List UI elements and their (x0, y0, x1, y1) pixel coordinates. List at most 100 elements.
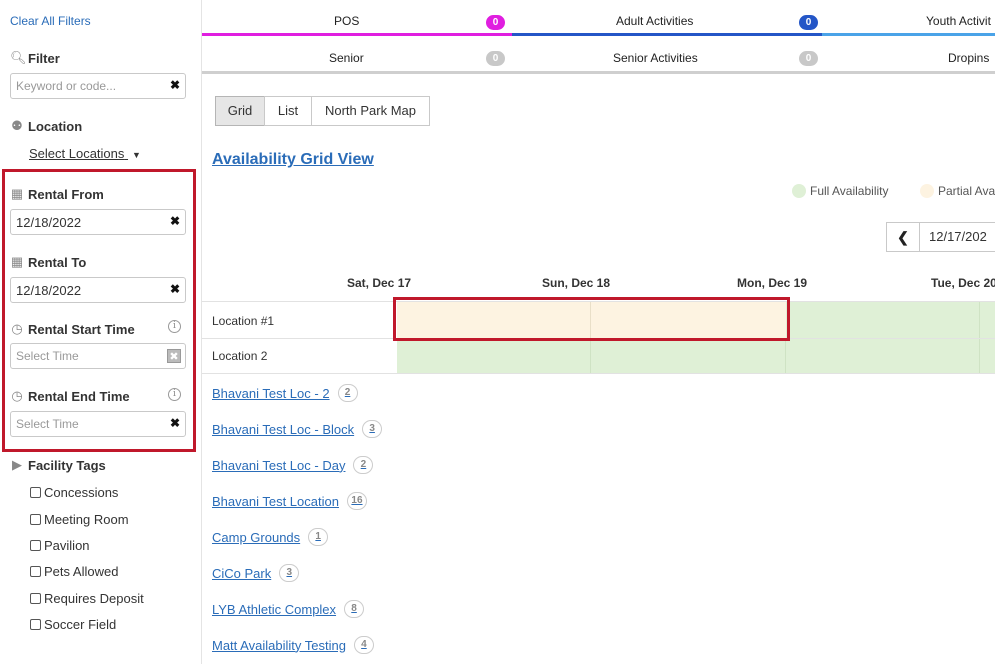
grid-cell-full[interactable] (591, 339, 786, 373)
tab-underline (512, 33, 822, 36)
clear-all-filters-link[interactable]: Clear All Filters (10, 14, 91, 28)
tab-label: Adult Activities (616, 14, 694, 28)
checkbox[interactable] (30, 540, 41, 551)
grid-date-value: 12/17/202 (929, 229, 987, 244)
select-locations-dropdown[interactable]: Select Locations ▼ (29, 146, 141, 161)
clear-rental-from-icon[interactable]: ✖ (170, 214, 180, 228)
location-count-badge: 16 (346, 492, 367, 510)
tab-pos[interactable]: POS 0 (202, 0, 512, 36)
tag-checkbox-soccer-field[interactable]: Soccer Field (30, 617, 116, 632)
category-tabs-row-1: POS 0 Adult Activities 0 Youth Activit (202, 0, 995, 36)
grid-cell-full[interactable] (980, 302, 995, 338)
location-name: LYB Athletic Complex (212, 601, 337, 617)
location-count-badge: 4 (353, 636, 374, 654)
end-time-input[interactable]: Select Time ✖ (10, 411, 186, 437)
tag-label: Meeting Room (44, 512, 129, 527)
map-pin-icon: ⚉ (11, 118, 23, 133)
day-header: Mon, Dec 19 (737, 276, 808, 290)
location-link[interactable]: LYB Athletic Complex 8 (212, 600, 365, 618)
location-link[interactable]: Bhavani Test Location 16 (212, 492, 367, 510)
location-link[interactable]: Bhavani Test Loc - Block 3 (212, 420, 383, 438)
rental-to-value: 12/18/2022 (16, 283, 82, 298)
tab-underline (202, 33, 512, 36)
grid-cell-full[interactable] (397, 339, 591, 373)
tab-adult-activities[interactable]: Adult Activities 0 (512, 0, 822, 36)
start-time-input[interactable]: Select Time ✖ (10, 343, 186, 369)
view-grid-button[interactable]: Grid (215, 96, 265, 126)
facility-tags-title: Facility Tags (28, 457, 106, 473)
filter-sidebar: Clear All Filters 🔍︎ Filter Keyword or c… (0, 0, 202, 664)
grid-cell-full[interactable] (980, 339, 995, 373)
start-time-placeholder: Select Time (16, 349, 79, 363)
keyword-placeholder: Keyword or code... (16, 79, 117, 93)
checkbox[interactable] (30, 487, 41, 498)
tab-label: POS (334, 14, 360, 28)
clear-end-time-icon[interactable]: ✖ (170, 416, 180, 430)
availability-grid-title[interactable]: Availability Grid View (212, 151, 374, 169)
location-link[interactable]: Bhavani Test Loc - 2 2 (212, 384, 358, 402)
location-count-badge: 2 (337, 384, 358, 402)
tab-count-badge: 0 (486, 15, 505, 30)
location-link[interactable]: CiCo Park 3 (212, 564, 300, 582)
rental-to-heading: ▦ Rental To (10, 254, 86, 270)
location-count-badge: 3 (362, 420, 383, 438)
view-map-button[interactable]: North Park Map (311, 96, 430, 126)
location-name: Camp Grounds (212, 529, 301, 545)
tag-label: Requires Deposit (44, 591, 144, 606)
clear-start-time-icon[interactable]: ✖ (167, 349, 181, 363)
tag-label: Concessions (44, 485, 119, 500)
tab-label: Youth Activit (926, 14, 991, 28)
location-heading: ⚉ Location (10, 118, 82, 134)
tab-senior-activities[interactable]: Senior Activities 0 (512, 38, 822, 74)
legend-full-label: Full Availability (810, 184, 889, 198)
location-title: Location (28, 118, 83, 134)
tab-label: Dropins (948, 51, 990, 65)
tab-label: Senior Activities (613, 51, 698, 65)
location-link[interactable]: Camp Grounds 1 (212, 528, 329, 546)
grid-cell-full[interactable] (786, 339, 980, 373)
location-count-badge: 2 (353, 456, 374, 474)
keyword-input[interactable]: Keyword or code... ✖ (10, 73, 186, 99)
checkbox[interactable] (30, 514, 41, 525)
clock-icon: ◷ (11, 388, 23, 403)
tag-checkbox-meeting-room[interactable]: Meeting Room (30, 512, 129, 527)
info-icon[interactable]: i (168, 320, 181, 333)
calendar-icon: ▦ (10, 254, 24, 269)
clear-rental-to-icon[interactable]: ✖ (170, 282, 180, 296)
location-name: Bhavani Test Loc - Block (212, 421, 355, 437)
filter-title: Filter (28, 50, 60, 66)
tab-underline (822, 33, 995, 36)
tab-senior[interactable]: Senior 0 (202, 38, 512, 74)
info-icon[interactable]: i (168, 388, 181, 401)
rental-to-input[interactable]: 12/18/2022 ✖ (10, 277, 186, 303)
day-header: Sat, Dec 17 (347, 276, 412, 290)
grid-cell-full[interactable] (786, 302, 980, 338)
tab-youth-activities[interactable]: Youth Activit (822, 0, 995, 36)
grid-row-label: Location 2 (212, 349, 268, 363)
location-link[interactable]: Bhavani Test Loc - Day 2 (212, 456, 374, 474)
tab-dropins[interactable]: Dropins (822, 38, 995, 74)
clear-keyword-icon[interactable]: ✖ (170, 78, 180, 92)
checkbox[interactable] (30, 566, 41, 577)
tab-count-badge: 0 (486, 51, 505, 66)
legend-partial-swatch (920, 184, 934, 198)
grid-date-input[interactable]: 12/17/202 (919, 222, 995, 252)
tag-checkbox-concessions[interactable]: Concessions (30, 485, 118, 500)
tag-label: Soccer Field (44, 617, 117, 632)
checkbox[interactable] (30, 593, 41, 604)
tag-checkbox-pets-allowed[interactable]: Pets Allowed (30, 564, 118, 579)
checkbox[interactable] (30, 619, 41, 630)
tag-checkbox-pavilion[interactable]: Pavilion (30, 538, 90, 553)
location-count-badge: 3 (279, 564, 300, 582)
search-icon: 🔍︎ (10, 50, 27, 65)
caret-down-icon: ▼ (132, 150, 141, 160)
tag-checkbox-requires-deposit[interactable]: Requires Deposit (30, 591, 144, 606)
grid-row-label: Location #1 (212, 314, 275, 328)
location-count-badge: 8 (344, 600, 365, 618)
location-link[interactable]: Matt Availability Testing 4 (212, 636, 374, 654)
rental-from-input[interactable]: 12/18/2022 ✖ (10, 209, 186, 235)
grid-divider (202, 373, 995, 374)
prev-date-button[interactable]: ❮ (886, 222, 920, 252)
view-list-button[interactable]: List (264, 96, 312, 126)
rental-from-value: 12/18/2022 (16, 215, 82, 230)
